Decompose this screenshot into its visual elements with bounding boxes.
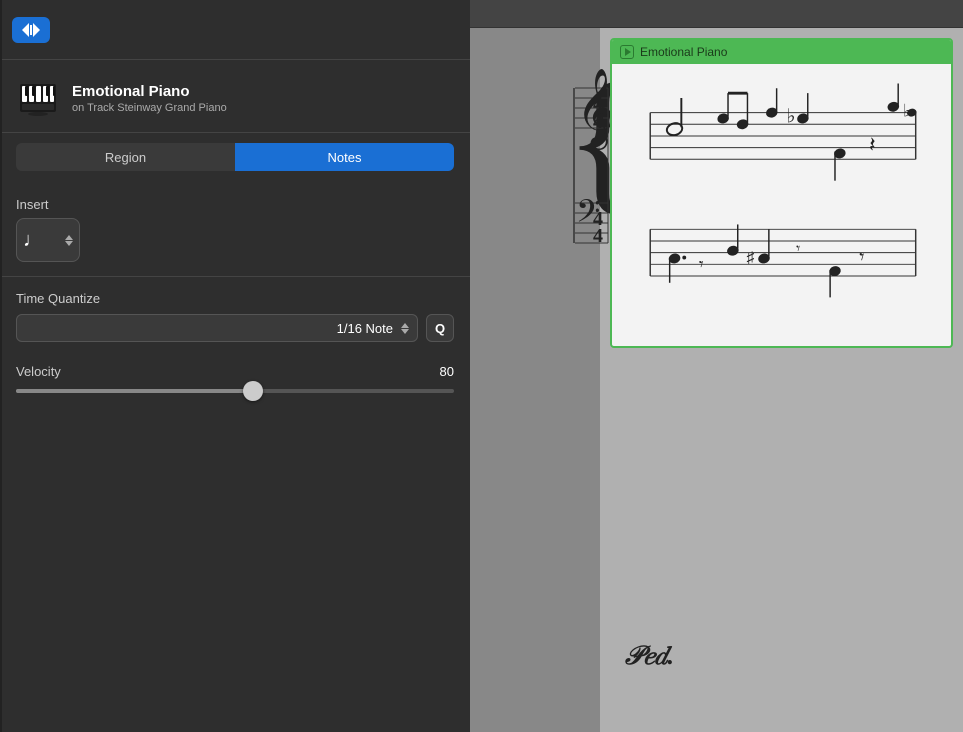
region-button[interactable]: Region <box>16 143 235 171</box>
q-button[interactable]: Q <box>426 314 454 342</box>
left-panel: Emotional Piano on Track Steinway Grand … <box>0 0 470 732</box>
svg-text:♭: ♭ <box>786 106 795 127</box>
insert-label: Insert <box>0 183 470 218</box>
toolbar-toggle-button[interactable] <box>12 17 50 43</box>
right-panel: 1 { 𝄞 4 4 � <box>470 0 963 732</box>
clef-svg: { 𝄞 4 4 𝄢 4 4 <box>470 28 610 348</box>
note-glyph: ♩ <box>23 229 43 252</box>
velocity-section: Velocity 80 <box>0 350 470 401</box>
stepper-arrow-down <box>65 241 73 246</box>
header-area: Emotional Piano on Track Steinway Grand … <box>0 60 470 133</box>
svg-text:𝄾: 𝄾 <box>859 247 864 268</box>
timeline-header: 1 <box>470 0 963 28</box>
left-edge-line <box>0 0 2 732</box>
note-stepper[interactable]: ♩ <box>16 218 80 262</box>
region-notation-svg: ♭ 𝄽 ♭ <box>612 64 951 346</box>
velocity-row: Velocity 80 <box>16 364 454 379</box>
svg-text:𝄽: 𝄽 <box>869 133 876 157</box>
stepper-arrows-container <box>65 235 73 246</box>
notes-button[interactable]: Notes <box>235 143 454 171</box>
toolbar <box>0 0 470 60</box>
svg-text:4: 4 <box>593 111 603 133</box>
tq-stepper <box>401 323 409 334</box>
time-quantize-label: Time Quantize <box>16 291 454 306</box>
time-quantize-row: 1/16 Note Q <box>16 314 454 342</box>
velocity-value: 80 <box>440 364 454 379</box>
tq-arrow-down <box>401 329 409 334</box>
velocity-label: Velocity <box>16 364 61 379</box>
region-header: Emotional Piano <box>612 40 951 64</box>
insert-row: ♩ <box>0 218 470 276</box>
svg-text:𝄾: 𝄾 <box>796 241 800 258</box>
svg-text:4: 4 <box>593 225 603 247</box>
svg-text:𝄾: 𝄾 <box>699 254 704 274</box>
time-quantize-section: Time Quantize 1/16 Note Q <box>0 277 470 350</box>
time-quantize-value: 1/16 Note <box>25 321 393 336</box>
score-area: { 𝄞 4 4 𝄢 4 4 <box>470 28 963 732</box>
tq-arrow-up <box>401 323 409 328</box>
region-play-triangle <box>625 48 631 56</box>
velocity-slider-track[interactable] <box>16 389 454 393</box>
svg-text:♯: ♯ <box>746 249 754 266</box>
velocity-slider-thumb[interactable] <box>243 381 263 401</box>
toolbar-toggle-icon <box>22 23 40 37</box>
region-play-icon <box>620 45 634 59</box>
piano-icon <box>16 76 60 120</box>
header-text: Emotional Piano on Track Steinway Grand … <box>72 83 227 114</box>
header-subtitle: on Track Steinway Grand Piano <box>72 102 227 114</box>
ped-mark: 𝒫𝑒𝑑. <box>625 641 674 672</box>
region-content: ♭ 𝄽 ♭ <box>612 64 951 346</box>
stepper-arrow-up <box>65 235 73 240</box>
region-box: Emotional Piano <box>610 38 953 348</box>
velocity-slider-fill <box>16 389 253 393</box>
toggle-area: Region Notes <box>0 133 470 183</box>
time-quantize-select[interactable]: 1/16 Note <box>16 314 418 342</box>
region-title: Emotional Piano <box>640 45 727 59</box>
header-title: Emotional Piano <box>72 83 227 100</box>
